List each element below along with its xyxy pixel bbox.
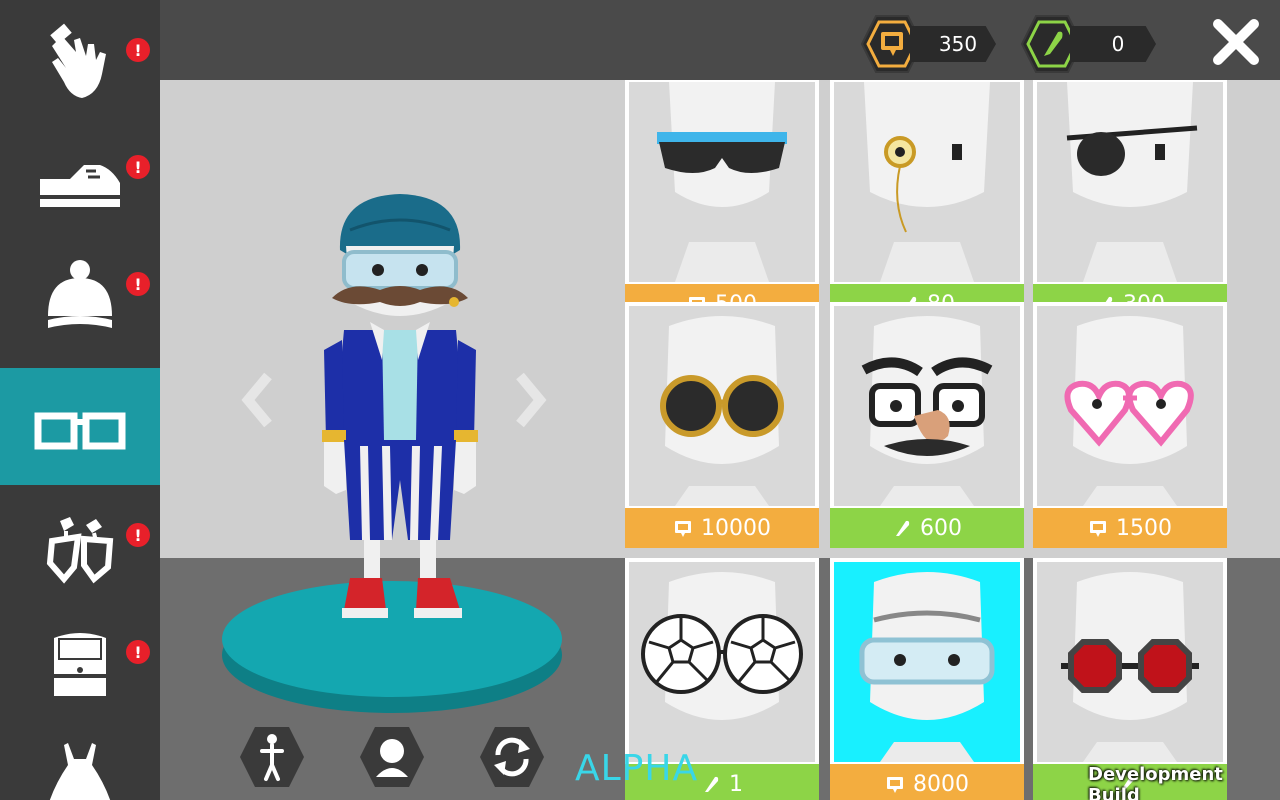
chevron-left-icon[interactable]	[238, 370, 278, 430]
new-badge: !	[126, 640, 150, 664]
item-price: 1500	[1116, 515, 1172, 541]
feather-icon	[705, 776, 719, 792]
goggles-item	[859, 572, 995, 762]
new-badge: !	[126, 38, 150, 62]
item-price: 10000	[701, 515, 771, 541]
coin-amount: 350	[910, 26, 996, 62]
earring-icon	[46, 517, 114, 584]
category-glasses[interactable]	[0, 368, 160, 485]
category-earrings[interactable]: !	[0, 485, 160, 602]
development-build-label: Development Build	[1088, 764, 1223, 800]
chevron-right-icon[interactable]	[510, 370, 550, 430]
head-view-button[interactable]	[358, 725, 426, 789]
item-card[interactable]: 1500	[1033, 302, 1227, 552]
red-octagon-goggles-item	[1061, 572, 1199, 762]
beanie-icon	[48, 260, 112, 328]
coin-icon	[887, 777, 903, 793]
rotate-icon[interactable]	[478, 725, 546, 789]
item-price: 8000	[913, 771, 969, 797]
category-gloves[interactable]: !	[0, 0, 160, 117]
category-dresses[interactable]	[0, 719, 160, 800]
item-card-selected[interactable]: 8000	[830, 558, 1024, 800]
feather-amount: 0	[1070, 26, 1156, 62]
groucho-disguise-item	[861, 316, 993, 506]
item-price: 1	[729, 771, 743, 797]
feather-icon	[896, 520, 910, 536]
item-card[interactable]: 300	[1033, 80, 1227, 328]
monocle-item	[864, 82, 990, 282]
coin-icon	[1090, 521, 1106, 537]
pink-heart-glasses-item	[1064, 316, 1194, 506]
avatar-preview-stage	[160, 80, 620, 800]
item-card[interactable]: 600	[830, 302, 1024, 552]
glove-icon	[50, 23, 106, 98]
item-card[interactable]: 500	[625, 80, 819, 328]
category-shoes[interactable]: !	[0, 117, 160, 234]
new-badge: !	[126, 272, 150, 296]
soccer-ball-glasses-item	[641, 572, 803, 720]
item-grid: 500 80	[620, 80, 1280, 800]
sport-sunglasses-item	[657, 82, 787, 282]
dress-icon	[49, 743, 111, 800]
close-x-icon[interactable]	[1210, 16, 1262, 68]
round-steampunk-glasses-item	[660, 316, 784, 506]
new-badge: !	[126, 155, 150, 179]
shoe-icon	[40, 165, 120, 207]
top-bar: 350 0	[160, 0, 1280, 80]
item-card[interactable]: 80	[830, 80, 1024, 328]
category-sidebar: ! ! ! ! !	[0, 0, 160, 800]
category-backpacks[interactable]: !	[0, 602, 160, 719]
avatar-character[interactable]	[320, 190, 480, 640]
alpha-watermark: ALPHA	[575, 748, 699, 789]
body-view-button[interactable]	[238, 725, 306, 789]
item-card[interactable]: 10000	[625, 302, 819, 552]
coin-icon	[675, 521, 691, 537]
eyepatch-item	[1066, 82, 1198, 282]
item-price: 600	[920, 515, 962, 541]
backpack-icon	[54, 633, 106, 696]
new-badge: !	[126, 523, 150, 547]
glasses-icon	[34, 412, 126, 450]
category-hats[interactable]: !	[0, 234, 160, 351]
